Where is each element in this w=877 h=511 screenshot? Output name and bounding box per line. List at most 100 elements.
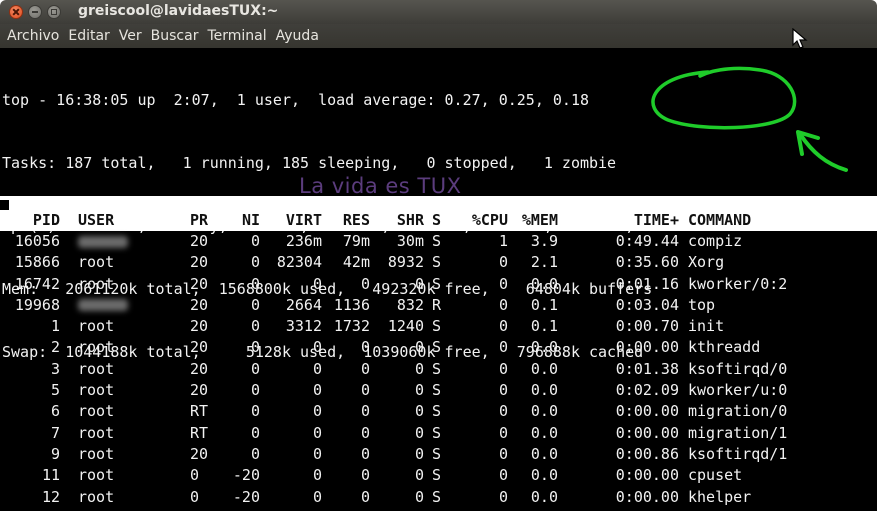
menu-editar[interactable]: Editar bbox=[66, 28, 111, 44]
virt-cell: 0 bbox=[312, 466, 322, 485]
cpu-cell: 0 bbox=[498, 359, 508, 378]
close-icon[interactable] bbox=[9, 5, 23, 19]
menu-ayuda[interactable]: Ayuda bbox=[274, 28, 321, 44]
menu-ver[interactable]: Ver bbox=[117, 28, 144, 44]
shr-cell: 0 bbox=[414, 423, 424, 442]
res-cell: 0 bbox=[360, 444, 370, 463]
state-cell: R bbox=[432, 295, 442, 314]
table-row: 16056 20 0 236m 79m 30m S 1 3.9 0:49.44 … bbox=[0, 231, 877, 252]
virt-cell: 0 bbox=[312, 444, 322, 463]
table-row: 11 root 0 -20 0 0 0 S 0 0.0 0:00.00 cpus… bbox=[0, 465, 877, 486]
user-cell: root bbox=[78, 359, 115, 378]
time-cell: 0:01.38 bbox=[615, 359, 679, 378]
mem-cell: 0.0 bbox=[530, 444, 558, 463]
col-ni: NI bbox=[241, 211, 260, 229]
pid-cell: 7 bbox=[50, 423, 60, 442]
ni-cell: 0 bbox=[250, 295, 260, 314]
cpu-cell: 0 bbox=[498, 402, 508, 421]
mem-cell: 0.1 bbox=[530, 295, 558, 314]
virt-cell: 0 bbox=[312, 487, 322, 506]
col-shr: SHR bbox=[396, 211, 424, 229]
window-titlebar[interactable]: greiscool@lavidaesTUX:~ bbox=[0, 0, 877, 24]
table-row: 9 root 20 0 0 0 0 S 0 0.0 0:00.86 ksofti… bbox=[0, 444, 877, 465]
col-pr: PR bbox=[190, 211, 209, 229]
command-cell: khelper bbox=[688, 487, 752, 506]
shr-cell: 0 bbox=[414, 359, 424, 378]
cpu-cell: 0 bbox=[498, 317, 508, 336]
pr-cell: 20 bbox=[190, 317, 209, 336]
shr-cell: 0 bbox=[414, 487, 424, 506]
time-cell: 0:00.00 bbox=[615, 338, 679, 357]
time-cell: 0:03.04 bbox=[615, 295, 679, 314]
state-cell: S bbox=[432, 317, 442, 336]
res-cell: 79m bbox=[342, 232, 370, 250]
pr-cell: 20 bbox=[190, 253, 209, 272]
mem-cell: 0.0 bbox=[530, 359, 558, 378]
shr-cell: 832 bbox=[396, 295, 424, 314]
summary-line-tasks: Tasks: 187 total, 1 running, 185 sleepin… bbox=[2, 154, 617, 172]
shr-cell: 0 bbox=[414, 444, 424, 463]
command-cell: ksoftirqd/1 bbox=[688, 444, 788, 463]
mem-cell: 0.0 bbox=[530, 381, 558, 400]
ni-cell: 0 bbox=[250, 253, 260, 272]
command-cell: kthreadd bbox=[688, 338, 761, 357]
pid-cell: 5 bbox=[50, 381, 60, 400]
time-cell: 0:02.09 bbox=[615, 381, 679, 400]
menu-terminal[interactable]: Terminal bbox=[205, 28, 268, 44]
cpu-cell: 0 bbox=[498, 487, 508, 506]
res-cell: 0 bbox=[360, 359, 370, 378]
menu-buscar[interactable]: Buscar bbox=[149, 28, 201, 44]
user-cell: root bbox=[78, 444, 115, 463]
pid-cell: 11 bbox=[41, 466, 60, 485]
pr-cell: RT bbox=[190, 423, 209, 442]
res-cell: 0 bbox=[360, 274, 370, 293]
ni-cell: -20 bbox=[232, 466, 260, 485]
user-cell: root bbox=[78, 338, 115, 357]
table-row: 1 root 20 0 3312 1732 1240 S 0 0.1 0:00.… bbox=[0, 316, 877, 337]
menu-archivo[interactable]: Archivo bbox=[5, 28, 61, 44]
state-cell: S bbox=[432, 253, 442, 272]
command-cell: migration/0 bbox=[688, 402, 788, 421]
col-mem: %MEM bbox=[521, 211, 558, 229]
watermark: La vida es TUX bbox=[299, 174, 462, 198]
shr-cell: 0 bbox=[414, 381, 424, 400]
time-cell: 0:00.70 bbox=[615, 317, 679, 336]
command-cell: kworker/0:2 bbox=[688, 274, 788, 293]
table-row: 7 root RT 0 0 0 0 S 0 0.0 0:00.00 migrat… bbox=[0, 423, 877, 444]
ni-cell: 0 bbox=[250, 381, 260, 400]
pid-cell: 19968 bbox=[14, 295, 60, 314]
virt-cell: 0 bbox=[312, 338, 322, 357]
table-row: 2 root 20 0 0 0 0 S 0 0.0 0:00.00 kthrea… bbox=[0, 337, 877, 358]
state-cell: S bbox=[432, 423, 442, 442]
shr-cell: 8932 bbox=[387, 253, 424, 272]
shr-cell: 0 bbox=[414, 338, 424, 357]
blurred-username bbox=[78, 299, 128, 312]
mem-cell: 0.0 bbox=[530, 338, 558, 357]
res-cell: 42m bbox=[342, 253, 370, 272]
res-cell: 1136 bbox=[333, 295, 370, 314]
command-cell: kworker/u:0 bbox=[688, 381, 788, 400]
pr-cell: 20 bbox=[190, 274, 209, 293]
user-cell bbox=[78, 231, 128, 252]
res-cell: 0 bbox=[360, 423, 370, 442]
user-cell: root bbox=[78, 317, 115, 336]
terminal-area[interactable]: top - 16:38:05 up 2:07, 1 user, load ave… bbox=[0, 48, 877, 511]
col-s: S bbox=[432, 211, 442, 229]
pid-cell: 3 bbox=[50, 359, 60, 378]
process-table: 16056 20 0 236m 79m 30m S 1 3.9 0:49.44 … bbox=[0, 231, 877, 508]
state-cell: S bbox=[432, 232, 442, 250]
state-cell: S bbox=[432, 359, 442, 378]
user-cell: root bbox=[78, 381, 115, 400]
command-cell: init bbox=[688, 317, 725, 336]
state-cell: S bbox=[432, 402, 442, 421]
maximize-icon[interactable] bbox=[47, 5, 61, 19]
pid-cell: 16056 bbox=[14, 232, 60, 250]
state-cell: S bbox=[432, 274, 442, 293]
minimize-icon[interactable] bbox=[28, 5, 42, 19]
table-row: 15866 root 20 0 82304 42m 8932 S 0 2.1 0… bbox=[0, 252, 877, 273]
user-cell: root bbox=[78, 274, 115, 293]
mem-cell: 0.0 bbox=[530, 466, 558, 485]
col-command: COMMAND bbox=[688, 211, 752, 229]
table-row: 3 root 20 0 0 0 0 S 0 0.0 0:01.38 ksofti… bbox=[0, 359, 877, 380]
col-virt: VIRT bbox=[285, 211, 322, 229]
